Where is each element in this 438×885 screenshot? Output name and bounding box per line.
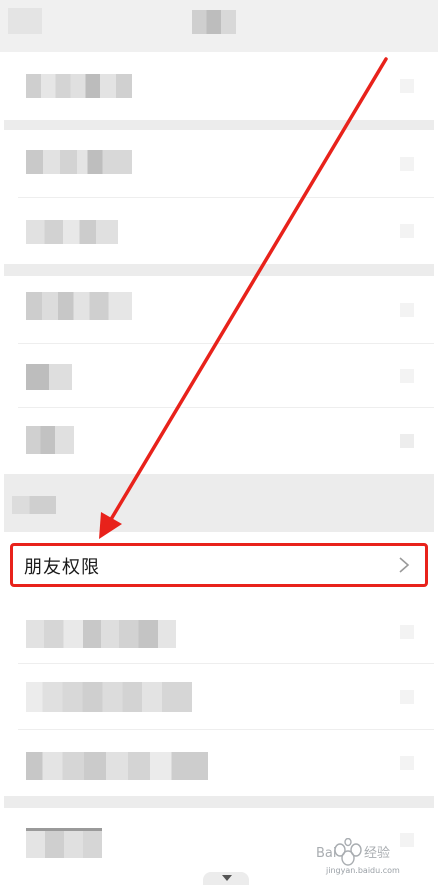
chevron-right-icon (400, 369, 414, 383)
blurred-label (26, 828, 102, 858)
chevron-right-icon (400, 303, 414, 317)
blurred-header-text (12, 496, 56, 514)
settings-row-8[interactable] (4, 664, 434, 730)
blurred-back-button[interactable] (8, 8, 42, 34)
blurred-label (26, 292, 132, 320)
blurred-label (26, 150, 132, 174)
blurred-label (26, 682, 192, 712)
title-bar (0, 0, 438, 52)
chevron-right-icon (400, 157, 414, 171)
settings-row-4[interactable] (4, 276, 434, 344)
blurred-label (26, 364, 72, 390)
section-header (4, 474, 434, 532)
settings-row-5[interactable] (4, 344, 434, 408)
friend-permissions-label: 朋友权限 (24, 557, 100, 578)
chevron-right-icon (400, 690, 414, 704)
chevron-right-icon (400, 625, 414, 639)
svg-text:经验: 经验 (364, 845, 390, 861)
chevron-right-icon (400, 756, 414, 770)
settings-row-3[interactable] (4, 198, 434, 264)
settings-row-1[interactable] (4, 52, 434, 120)
blurred-label (26, 426, 74, 454)
baidu-watermark-logo: Bai 经验 (316, 838, 390, 866)
chevron-right-icon (400, 79, 414, 93)
blurred-label (26, 220, 118, 244)
settings-row-2[interactable] (4, 130, 434, 198)
section-gap (4, 264, 434, 276)
blurred-label (26, 752, 208, 780)
section-gap (4, 120, 434, 130)
svg-text:Bai: Bai (316, 846, 337, 861)
chevron-right-icon (400, 434, 414, 448)
blurred-label (26, 74, 132, 98)
chevron-right-icon (400, 224, 414, 238)
chevron-right-icon (399, 557, 410, 573)
settings-row-9[interactable] (4, 730, 434, 796)
blurred-label (26, 620, 176, 648)
watermark-url: jingyan.baidu.com (326, 866, 400, 875)
settings-row-6[interactable] (4, 408, 434, 474)
chevron-down-icon (222, 875, 232, 881)
section-gap (4, 796, 434, 808)
blurred-title (192, 10, 236, 34)
settings-row-7[interactable] (4, 600, 434, 664)
